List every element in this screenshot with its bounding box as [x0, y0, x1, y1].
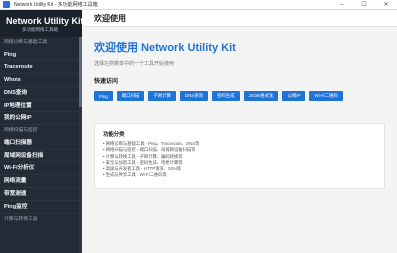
sidebar-item[interactable]: Whois	[0, 74, 82, 87]
sidebar-section-label: 网络扫描与监控	[4, 128, 38, 134]
window-title: Network Utility Kit - 多功能网络工具箱	[14, 2, 98, 8]
quick-access-button[interactable]: 密码生成	[212, 91, 240, 101]
quick-access-button[interactable]: 子网计算	[148, 91, 176, 101]
sidebar-item[interactable]: Wi-Fi分析仪	[0, 162, 82, 176]
features-list: • 网络诊断与基础工具 - Ping、Traceroute、DNS等 • 网络扫描…	[103, 141, 376, 179]
sidebar-item[interactable]: Traceroute	[0, 61, 82, 75]
quick-access-button[interactable]: Wi-Fi二维码	[309, 91, 343, 101]
page-header: 欢迎使用	[82, 10, 397, 27]
sidebar-section-label: 计算与转换工具	[4, 216, 38, 222]
sidebar-item[interactable]: 网络流量	[0, 175, 82, 188]
window-titlebar: Network Utility Kit - 多功能网络工具箱 – ☐ ✕	[0, 0, 397, 10]
brand-title: Network Utility Kit	[6, 16, 82, 26]
quick-access-button[interactable]: JSON格式化	[243, 91, 279, 101]
brand: Network Utility Kit 多功能网络工具箱	[0, 10, 82, 37]
sidebar-item[interactable]: IP地理位置	[0, 100, 82, 113]
sidebar-section-label: 网络诊断与基础工具	[4, 40, 48, 45]
quick-access-title: 快速访问	[94, 79, 119, 85]
sidebar-item[interactable]: 带宽测速	[0, 188, 82, 201]
sidebar-nav: 网络诊断与基础工具 Ping Traceroute Whois DNS查询 IP地理位置我…	[0, 37, 82, 225]
quick-access-button[interactable]: DNS查询	[179, 91, 209, 101]
feature-item: • 生成与共享工具 - Wi-Fi二维码等	[103, 172, 167, 178]
sidebar-item[interactable]: 端口扫描器	[0, 137, 82, 150]
quick-access-buttons: Ping 端口扫描 子网计算 DNS查询 密码生成 JSON格式化 公网IP Wi-Fi二维码	[94, 91, 343, 101]
main-content: 欢迎使用 欢迎使用 Network Utility Kit 选择左侧菜单中的一个…	[82, 10, 397, 253]
sidebar-item[interactable]: Ping	[0, 49, 82, 62]
app-icon	[3, 1, 10, 8]
close-button[interactable]: ✕	[375, 0, 397, 10]
brand-subtitle: 多功能网络工具箱	[22, 27, 58, 32]
welcome-subtitle: 选择左侧菜单中的一个工具开始使用	[94, 61, 175, 67]
page-title: 欢迎使用	[94, 13, 126, 23]
features-title: 功能分类	[103, 132, 125, 138]
window-controls: – ☐ ✕	[331, 0, 397, 10]
quick-access-button[interactable]: 端口扫描	[116, 91, 145, 101]
quick-access-button[interactable]: Ping	[94, 91, 113, 101]
sidebar-item[interactable]: Ping监控	[0, 201, 82, 214]
sidebar-item[interactable]: DNS查询	[0, 87, 82, 100]
features-card: 功能分类 • 网络诊断与基础工具 - Ping、Traceroute、DNS等 •…	[94, 123, 385, 189]
sidebar-item[interactable]: 我的公网IP	[0, 112, 82, 126]
sidebar: Network Utility Kit 多功能网络工具箱 网络诊断与基础工具 Pi…	[0, 10, 82, 253]
maximize-button[interactable]: ☐	[353, 0, 375, 10]
welcome-title: 欢迎使用 Network Utility Kit	[94, 42, 236, 54]
minimize-button[interactable]: –	[331, 0, 353, 10]
sidebar-item[interactable]: 局域网设备扫描	[0, 150, 82, 163]
quick-access-button[interactable]: 公网IP	[282, 91, 306, 101]
